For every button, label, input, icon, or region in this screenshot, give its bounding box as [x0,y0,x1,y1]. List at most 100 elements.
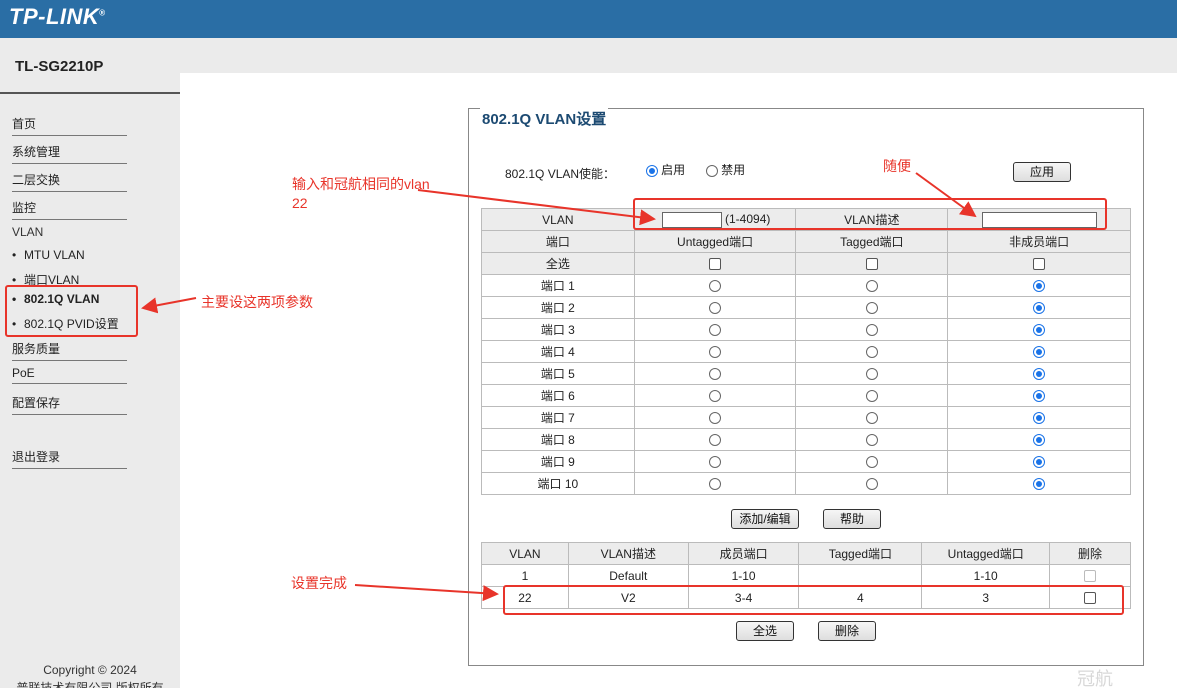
port-tagged-radio[interactable] [865,324,878,337]
enable-off-radio[interactable] [705,164,718,177]
port-nonmember-radio[interactable] [1033,368,1046,381]
port-name: 端口 6 [481,384,635,407]
port-untagged-radio[interactable] [709,456,722,469]
vlan-list-column-header: VLAN描述 [567,542,689,565]
port-nonmember-radio[interactable] [1033,478,1046,491]
port-row: 端口 4 [481,340,1131,363]
port-untagged-radio[interactable] [709,280,722,293]
col-untagged: Untagged端口 [633,230,797,253]
apply-button[interactable]: 应用 [1013,162,1071,182]
select-all-untagged-checkbox[interactable] [709,258,722,271]
port-row: 端口 9 [481,450,1131,473]
vlan-list-cell-members: 1-10 [687,564,800,587]
port-untagged-radio[interactable] [709,478,722,491]
port-tagged-radio[interactable] [865,302,878,315]
vlan-list-cell-tagged [798,564,923,587]
enable-off-label: 禁用 [721,163,746,177]
select-all-button[interactable]: 全选 [736,621,794,641]
nav-l2-switching[interactable]: 二层交换 [12,171,127,192]
port-nonmember-radio[interactable] [1033,302,1046,315]
annotation-input-note: 输入和冠航相同的vlan [292,176,430,192]
port-untagged-radio[interactable] [709,324,722,337]
nav-monitor[interactable]: 监控 [12,199,127,220]
vlan-list-header: VLAN VLAN描述 成员端口 Tagged端口 Untagged端口 删除 [481,542,1131,565]
select-all-row-label: 全选 [481,252,635,275]
vlan-delete-checkbox [1084,570,1097,583]
vlan-list-column-header: Untagged端口 [921,542,1051,565]
model-divider [0,92,180,94]
vlan-list-row: 1 Default 1-10 1-10 [481,564,1131,587]
port-untagged-radio[interactable] [709,346,722,359]
vlan-list-cell-vlan: 1 [481,564,569,587]
port-row: 端口 8 [481,428,1131,451]
port-row: 端口 5 [481,362,1131,385]
col-tagged: Tagged端口 [795,230,949,253]
port-row: 端口 3 [481,318,1131,341]
port-untagged-radio[interactable] [709,302,722,315]
port-row: 端口 2 [481,296,1131,319]
port-name: 端口 10 [481,472,635,495]
copyright-line2: 普联技术有限公司 版权所有 [16,681,164,688]
port-name: 端口 1 [481,274,635,297]
vlan-list-cell-untagged: 1-10 [921,564,1051,587]
vlan-list-column-header: VLAN [481,542,569,565]
port-nonmember-radio[interactable] [1033,324,1046,337]
port-tagged-radio[interactable] [865,390,878,403]
port-nonmember-radio[interactable] [1033,346,1046,359]
port-nonmember-radio[interactable] [1033,280,1046,293]
col-port: 端口 [481,230,635,253]
nav-logout[interactable]: 退出登录 [12,448,127,469]
enable-label: 802.1Q VLAN使能： [505,167,616,181]
annotation-input-note-2: 22 [292,195,308,211]
nav-poe[interactable]: PoE [12,366,127,384]
port-name: 端口 9 [481,450,635,473]
port-nonmember-radio[interactable] [1033,390,1046,403]
nav-save-config[interactable]: 配置保存 [12,394,127,415]
vlan-id-label: VLAN [481,208,635,231]
col-nonmember: 非成员端口 [947,230,1131,253]
vlan-list-column-header: Tagged端口 [798,542,923,565]
port-untagged-radio[interactable] [709,368,722,381]
select-all-tagged-checkbox[interactable] [865,258,878,271]
nav-mtu-vlan[interactable]: • MTU VLAN [12,248,85,262]
port-nonmember-radio[interactable] [1033,412,1046,425]
port-name: 端口 5 [481,362,635,385]
panel-title: 802.1Q VLAN设置 [480,108,609,129]
enable-on-radio[interactable] [645,164,658,177]
port-tagged-radio[interactable] [865,346,878,359]
port-tagged-radio[interactable] [865,412,878,425]
port-untagged-radio[interactable] [709,434,722,447]
port-name: 端口 7 [481,406,635,429]
port-rows: 端口 1 端口 2 端口 3 端口 4 端口 5 端口 6 端口 7 端口 8 端口 9 端口 1… [481,274,1131,495]
port-tagged-radio[interactable] [865,478,878,491]
annotation-box-inputs [633,198,1107,230]
port-name: 端口 3 [481,318,635,341]
vlan-config-table: VLAN (1-4094) VLAN描述 端口 Untagged端口 Tagge… [481,208,1131,495]
nav-vlan-group[interactable]: VLAN [12,225,43,239]
select-all-nonmember-checkbox[interactable] [1033,258,1046,271]
port-name: 端口 2 [481,296,635,319]
add-edit-button[interactable]: 添加/编辑 [731,509,799,529]
port-name: 端口 8 [481,428,635,451]
nav-system[interactable]: 系统管理 [12,143,127,164]
port-tagged-radio[interactable] [865,280,878,293]
sub-banner [0,38,1177,73]
delete-button[interactable]: 删除 [818,621,876,641]
port-untagged-radio[interactable] [709,412,722,425]
enable-on-label: 启用 [661,163,686,177]
nav-qos[interactable]: 服务质量 [12,340,127,361]
port-tagged-radio[interactable] [865,434,878,447]
nav-home[interactable]: 首页 [12,115,127,136]
top-banner: TP-LINK® [0,0,1177,38]
port-untagged-radio[interactable] [709,390,722,403]
annotation-done-note: 设置完成 [291,575,347,591]
help-button[interactable]: 帮助 [823,509,881,529]
annotation-box-done [503,585,1124,615]
port-nonmember-radio[interactable] [1033,434,1046,447]
port-row: 端口 6 [481,384,1131,407]
annotation-random-note: 随便 [883,158,911,174]
port-tagged-radio[interactable] [865,368,878,381]
watermark: 冠航 [1077,669,1113,688]
port-nonmember-radio[interactable] [1033,456,1046,469]
port-tagged-radio[interactable] [865,456,878,469]
